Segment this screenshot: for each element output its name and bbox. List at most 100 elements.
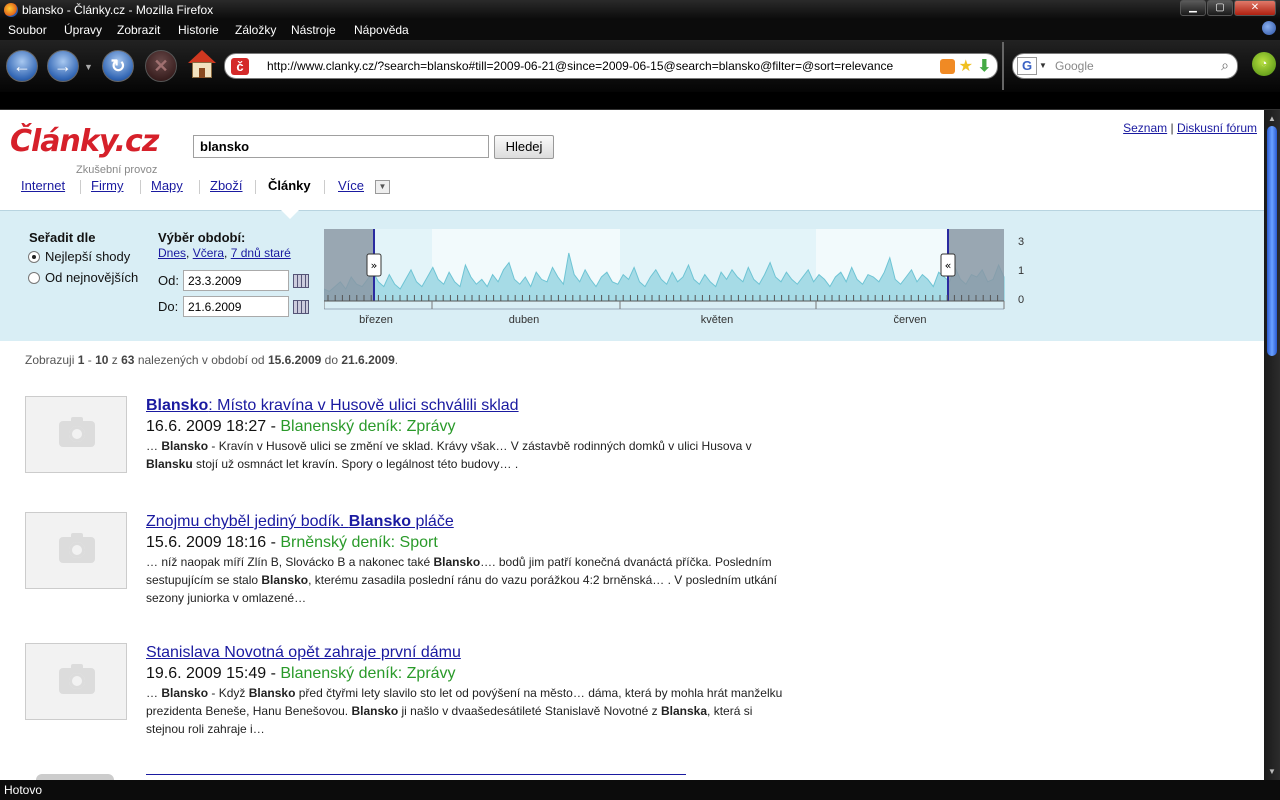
camera-icon [59, 533, 95, 563]
maximize-button[interactable]: ▢ [1207, 0, 1233, 16]
result-thumbnail[interactable] [25, 512, 127, 589]
link-yesterday[interactable]: Včera [193, 246, 224, 260]
tab-internet[interactable]: Internet [21, 178, 65, 193]
result-title-link[interactable]: Stanislava Novotná opět zahraje první dá… [146, 644, 461, 662]
firefox-icon [4, 3, 18, 17]
tab-vice[interactable]: Více [338, 178, 364, 193]
result-date: 15.6. 2009 18:16 [146, 534, 267, 551]
y-tick-label: 30 [1018, 236, 1024, 248]
menu-bookmarks[interactable]: Záložky [235, 23, 276, 37]
search-button[interactable]: Hledej [494, 135, 554, 159]
url-text[interactable]: http://www.clanky.cz/?search=blansko#til… [267, 59, 893, 73]
month-label: březen [359, 314, 393, 326]
menu-bar: Soubor Úpravy Zobrazit Historie Záložky … [0, 20, 1280, 40]
scrollbar-thumb[interactable] [1267, 126, 1277, 356]
menu-file[interactable]: Soubor [8, 23, 47, 37]
url-bar[interactable]: č http://www.clanky.cz/?search=blansko#t… [224, 53, 998, 79]
clanky-logo[interactable]: Články.cz Zkušební provoz [10, 124, 159, 176]
vertical-scrollbar[interactable]: ▲ ▼ [1264, 110, 1280, 780]
result-meta: 19.6. 2009 15:49 - Blanenský deník: Zprá… [146, 665, 456, 682]
web-search-box[interactable]: G ▼ Google ⌕ [1012, 53, 1238, 79]
range-right-handle-label: « [945, 259, 952, 272]
download-icon[interactable]: ⬇ [978, 56, 991, 76]
minimize-button[interactable]: ▁ [1180, 0, 1206, 16]
result-snippet: … Blansko - Když Blansko před čtyřmi let… [146, 684, 786, 738]
result-source[interactable]: Blanenský deník: Zprávy [280, 418, 455, 435]
menu-tools[interactable]: Nástroje [291, 23, 336, 37]
excluded-range-right [948, 229, 1004, 301]
result-date: 16.6. 2009 18:27 [146, 418, 267, 435]
result-title-link[interactable]: Znojmu chyběl jediný bodík. Blansko pláč… [146, 513, 454, 531]
calendar-icon[interactable] [293, 274, 309, 288]
top-links: Seznam | Diskusní fórum [1123, 121, 1257, 135]
extension-icon[interactable]: ◔ [1252, 52, 1276, 76]
star-icon[interactable]: ★ [959, 56, 973, 76]
calendar-icon[interactable] [293, 300, 309, 314]
home-button[interactable] [188, 50, 216, 80]
sort-best-label[interactable]: Nejlepší shody [45, 249, 130, 264]
rss-icon[interactable] [940, 59, 955, 74]
snippet-highlight: Blansko [248, 686, 296, 700]
link-seznam[interactable]: Seznam [1123, 121, 1167, 135]
menu-edit[interactable]: Úpravy [64, 23, 102, 37]
history-dropdown-icon[interactable]: ▼ [84, 62, 93, 72]
search-engine-icon[interactable]: G [1017, 57, 1037, 75]
toolbar-divider [1002, 42, 1004, 90]
sort-best-radio[interactable] [28, 251, 40, 263]
summary-date-from: 15.6.2009 [267, 353, 322, 367]
tab-divider [199, 180, 200, 194]
link-today[interactable]: Dnes [158, 246, 186, 260]
tab-firmy[interactable]: Firmy [91, 178, 124, 193]
stop-button[interactable]: ✕ [145, 50, 177, 82]
reload-icon: ↻ [110, 56, 126, 76]
y-tick-label: 0 [1018, 294, 1024, 306]
active-tab-notch [280, 209, 300, 219]
period-title: Výběr období: [158, 230, 246, 245]
timeline-chart[interactable]: březen duben květen červen 30 15 0 » « [324, 229, 1024, 329]
result-meta: 16.6. 2009 18:27 - Blanenský deník: Zprá… [146, 418, 456, 435]
stop-icon: ✕ [153, 56, 169, 76]
menu-history[interactable]: Historie [178, 23, 219, 37]
snippet-highlight: Blansko [161, 686, 209, 700]
search-input[interactable]: blansko [193, 135, 489, 158]
tab-mapy[interactable]: Mapy [151, 178, 183, 193]
result-source[interactable]: Brněnský deník: Sport [280, 534, 437, 551]
page-content: Články.cz Zkušební provoz blansko Hledej… [0, 110, 1264, 780]
more-dropdown-icon[interactable]: ▼ [375, 180, 390, 194]
close-button[interactable]: ✕ [1234, 0, 1276, 16]
date-to-input[interactable]: 21.6.2009 [183, 296, 289, 317]
magnifier-icon[interactable]: ⌕ [1221, 57, 1229, 74]
snippet-text: … [146, 686, 162, 700]
result-title-link[interactable]: Blansko: Místo kravína v Husově ulici sc… [146, 397, 519, 415]
window-title: blansko - Články.cz - Mozilla Firefox [22, 3, 214, 17]
window-titlebar: blansko - Články.cz - Mozilla Firefox ▁ … [0, 0, 1280, 20]
summary-from: 1 [77, 353, 85, 367]
sort-newest-radio[interactable] [28, 272, 40, 284]
result-source[interactable]: Blanenský deník: Zprávy [280, 665, 455, 682]
date-from-input[interactable]: 23.3.2009 [183, 270, 289, 291]
menu-view[interactable]: Zobrazit [117, 23, 160, 37]
scroll-down-icon[interactable]: ▼ [1268, 767, 1276, 776]
month-label: duben [509, 314, 540, 326]
status-bar: Hotovo [0, 780, 1280, 800]
tab-divider [80, 180, 81, 194]
back-button[interactable]: ← [6, 50, 38, 82]
link-7-days[interactable]: 7 dnů staré [231, 246, 291, 260]
tab-clanky[interactable]: Články [268, 178, 311, 193]
sort-newest-label[interactable]: Od nejnovějších [45, 270, 138, 285]
snippet-text: ji našlo v dvaašedesátileté Stanislavě N… [398, 704, 661, 718]
search-engine-dropdown-icon[interactable]: ▼ [1039, 61, 1047, 70]
reload-button[interactable]: ↻ [102, 50, 134, 82]
scroll-up-icon[interactable]: ▲ [1268, 114, 1276, 123]
camera-icon [59, 664, 95, 694]
tab-zbozi[interactable]: Zboží [210, 178, 243, 193]
tab-divider [140, 180, 141, 194]
result-thumbnail[interactable] [25, 396, 127, 473]
search-placeholder[interactable]: Google [1055, 59, 1094, 73]
link-forum[interactable]: Diskusní fórum [1177, 121, 1257, 135]
snippet-text: - Když [208, 686, 249, 700]
menu-help[interactable]: Nápověda [354, 23, 409, 37]
sort-title: Seřadit dle [29, 230, 96, 245]
forward-button[interactable]: → [47, 50, 79, 82]
result-thumbnail[interactable] [25, 643, 127, 720]
